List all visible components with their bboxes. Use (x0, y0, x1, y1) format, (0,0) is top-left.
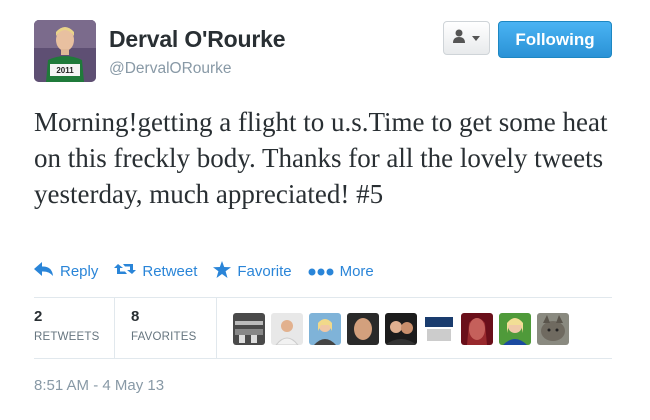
more-action[interactable]: More (308, 263, 374, 280)
favoriter-avatar[interactable] (309, 313, 341, 345)
favoriter-avatar[interactable] (499, 313, 531, 345)
favoriter-avatar[interactable] (385, 313, 417, 345)
retweet-icon (114, 262, 142, 280)
favoriter-avatar[interactable] (423, 313, 455, 345)
retweets-stat[interactable]: 2 RETWEETS (34, 308, 100, 343)
more-label: More (339, 262, 374, 280)
favorite-action[interactable]: Favorite (213, 260, 292, 282)
favoriter-avatar[interactable] (537, 313, 569, 345)
tweet-text: Morning!getting a flight to u.s.Time to … (34, 107, 608, 209)
user-avatar[interactable]: 2011 (34, 20, 96, 82)
user-full-name[interactable]: Derval O'Rourke (109, 26, 286, 53)
favoriter-avatar[interactable] (347, 313, 379, 345)
favorites-stat[interactable]: 8 FAVORITES (131, 308, 197, 343)
retweet-label: Retweet (142, 262, 198, 280)
svg-text:2011: 2011 (56, 66, 74, 75)
favoriter-avatar[interactable] (461, 313, 493, 345)
tweet-actions: Reply Retweet Favorite More (34, 260, 390, 282)
favorites-label: FAVORITES (131, 331, 197, 343)
retweets-label: RETWEETS (34, 331, 100, 343)
reply-icon (34, 262, 60, 280)
favorite-label: Favorite (237, 262, 292, 280)
favorites-count: 8 (131, 308, 140, 325)
favoriter-avatar[interactable] (271, 313, 303, 345)
tweet-header: 2011 Derval O'Rourke @DervalORourke Foll… (34, 20, 614, 84)
more-dots-icon (308, 263, 340, 280)
person-icon (453, 29, 469, 48)
user-screen-name[interactable]: @DervalORourke (109, 60, 285, 78)
tweet-stats: 2 RETWEETS 8 FAVORITES (34, 297, 612, 359)
tweet-timestamp[interactable]: 8:51 AM - 4 May 13 (34, 377, 164, 394)
reply-label: Reply (60, 262, 99, 280)
following-button[interactable]: Following (498, 21, 612, 58)
stat-divider (114, 298, 115, 358)
retweets-count: 2 (34, 308, 43, 325)
chevron-down-icon (472, 29, 480, 47)
user-names: Derval O'Rourke @DervalORourke (109, 26, 286, 78)
stat-divider (216, 298, 217, 358)
favoriters-avatars (233, 313, 569, 345)
retweet-action[interactable]: Retweet (114, 262, 197, 280)
favoriter-avatar[interactable] (233, 313, 265, 345)
user-actions-dropdown[interactable] (443, 21, 490, 55)
star-icon (213, 260, 237, 282)
reply-action[interactable]: Reply (34, 262, 98, 280)
